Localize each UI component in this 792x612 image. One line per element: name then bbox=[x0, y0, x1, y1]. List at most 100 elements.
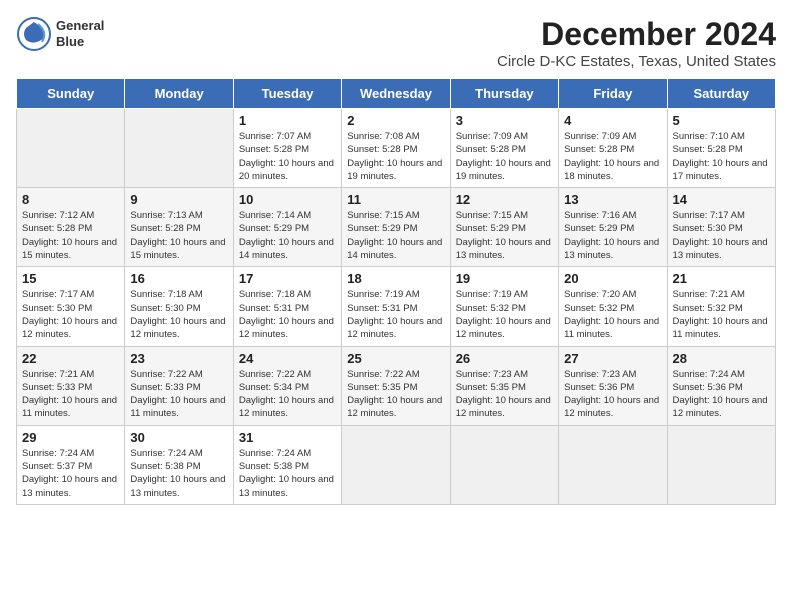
day-info: Sunrise: 7:21 AMSunset: 5:33 PMDaylight:… bbox=[22, 368, 119, 421]
day-number: 3 bbox=[456, 113, 553, 128]
day-info: Sunrise: 7:07 AMSunset: 5:28 PMDaylight:… bbox=[239, 130, 336, 183]
calendar-table: SundayMondayTuesdayWednesdayThursdayFrid… bbox=[16, 78, 776, 505]
calendar-day-cell: 12 Sunrise: 7:15 AMSunset: 5:29 PMDayligh… bbox=[450, 188, 558, 267]
calendar-day-cell: 16 Sunrise: 7:18 AMSunset: 5:30 PMDayligh… bbox=[125, 267, 233, 346]
day-info: Sunrise: 7:20 AMSunset: 5:32 PMDaylight:… bbox=[564, 288, 661, 341]
day-number: 30 bbox=[130, 430, 227, 445]
day-info: Sunrise: 7:18 AMSunset: 5:30 PMDaylight:… bbox=[130, 288, 227, 341]
day-number: 20 bbox=[564, 271, 661, 286]
day-info: Sunrise: 7:19 AMSunset: 5:31 PMDaylight:… bbox=[347, 288, 444, 341]
calendar-day-cell: 9 Sunrise: 7:13 AMSunset: 5:28 PMDaylight… bbox=[125, 188, 233, 267]
day-number: 28 bbox=[673, 351, 770, 366]
weekday-header-row: SundayMondayTuesdayWednesdayThursdayFrid… bbox=[17, 79, 776, 109]
day-number: 24 bbox=[239, 351, 336, 366]
month-title: December 2024 bbox=[497, 16, 776, 53]
day-info: Sunrise: 7:16 AMSunset: 5:29 PMDaylight:… bbox=[564, 209, 661, 262]
title-area: December 2024 Circle D-KC Estates, Texas… bbox=[497, 16, 776, 70]
day-number: 18 bbox=[347, 271, 444, 286]
calendar-day-cell: 13 Sunrise: 7:16 AMSunset: 5:29 PMDayligh… bbox=[559, 188, 667, 267]
day-info: Sunrise: 7:17 AMSunset: 5:30 PMDaylight:… bbox=[22, 288, 119, 341]
weekday-header-cell: Tuesday bbox=[233, 79, 341, 109]
logo: General Blue bbox=[16, 16, 104, 52]
day-number: 27 bbox=[564, 351, 661, 366]
day-number: 25 bbox=[347, 351, 444, 366]
calendar-day-cell: 5Sunrise: 7:10 AMSunset: 5:28 PMDaylight… bbox=[667, 109, 775, 188]
day-info: Sunrise: 7:22 AMSunset: 5:34 PMDaylight:… bbox=[239, 368, 336, 421]
day-number: 23 bbox=[130, 351, 227, 366]
day-info: Sunrise: 7:22 AMSunset: 5:35 PMDaylight:… bbox=[347, 368, 444, 421]
day-number: 16 bbox=[130, 271, 227, 286]
calendar-day-cell: 8Sunrise: 7:12 AMSunset: 5:28 PMDaylight… bbox=[17, 188, 125, 267]
calendar-day-cell: 19 Sunrise: 7:19 AMSunset: 5:32 PMDayligh… bbox=[450, 267, 558, 346]
calendar-day-cell: 21Sunrise: 7:21 AMSunset: 5:32 PMDayligh… bbox=[667, 267, 775, 346]
calendar-day-cell: 31 Sunrise: 7:24 AMSunset: 5:38 PMDayligh… bbox=[233, 425, 341, 504]
logo-icon bbox=[16, 16, 52, 52]
weekday-header-cell: Wednesday bbox=[342, 79, 450, 109]
day-number: 1 bbox=[239, 113, 336, 128]
header: General Blue December 2024 Circle D-KC E… bbox=[16, 16, 776, 70]
day-info: Sunrise: 7:17 AMSunset: 5:30 PMDaylight:… bbox=[673, 209, 770, 262]
calendar-day-cell bbox=[125, 109, 233, 188]
calendar-week-row: 22 Sunrise: 7:21 AMSunset: 5:33 PMDayligh… bbox=[17, 346, 776, 425]
calendar-day-cell bbox=[450, 425, 558, 504]
day-info: Sunrise: 7:24 AMSunset: 5:37 PMDaylight:… bbox=[22, 447, 119, 500]
day-number: 9 bbox=[130, 192, 227, 207]
day-number: 22 bbox=[22, 351, 119, 366]
weekday-header-cell: Monday bbox=[125, 79, 233, 109]
calendar-day-cell: 14 Sunrise: 7:17 AMSunset: 5:30 PMDayligh… bbox=[667, 188, 775, 267]
day-info: Sunrise: 7:18 AMSunset: 5:31 PMDaylight:… bbox=[239, 288, 336, 341]
day-info: Sunrise: 7:15 AMSunset: 5:29 PMDaylight:… bbox=[347, 209, 444, 262]
day-info: Sunrise: 7:08 AMSunset: 5:28 PMDaylight:… bbox=[347, 130, 444, 183]
calendar-body: 1 Sunrise: 7:07 AMSunset: 5:28 PMDaylight… bbox=[17, 109, 776, 505]
day-info: Sunrise: 7:24 AMSunset: 5:38 PMDaylight:… bbox=[130, 447, 227, 500]
calendar-week-row: 1 Sunrise: 7:07 AMSunset: 5:28 PMDaylight… bbox=[17, 109, 776, 188]
day-number: 14 bbox=[673, 192, 770, 207]
day-info: Sunrise: 7:13 AMSunset: 5:28 PMDaylight:… bbox=[130, 209, 227, 262]
day-number: 15 bbox=[22, 271, 119, 286]
calendar-day-cell: 3Sunrise: 7:09 AMSunset: 5:28 PMDaylight… bbox=[450, 109, 558, 188]
calendar-day-cell: 29 Sunrise: 7:24 AMSunset: 5:37 PMDayligh… bbox=[17, 425, 125, 504]
calendar-week-row: 15 Sunrise: 7:17 AMSunset: 5:30 PMDayligh… bbox=[17, 267, 776, 346]
day-number: 8 bbox=[22, 192, 119, 207]
day-number: 31 bbox=[239, 430, 336, 445]
calendar-day-cell: 22 Sunrise: 7:21 AMSunset: 5:33 PMDayligh… bbox=[17, 346, 125, 425]
calendar-week-row: 29 Sunrise: 7:24 AMSunset: 5:37 PMDayligh… bbox=[17, 425, 776, 504]
calendar-day-cell: 2 Sunrise: 7:08 AMSunset: 5:28 PMDaylight… bbox=[342, 109, 450, 188]
calendar-day-cell: 23Sunrise: 7:22 AMSunset: 5:33 PMDayligh… bbox=[125, 346, 233, 425]
calendar-week-row: 8Sunrise: 7:12 AMSunset: 5:28 PMDaylight… bbox=[17, 188, 776, 267]
day-number: 21 bbox=[673, 271, 770, 286]
day-number: 26 bbox=[456, 351, 553, 366]
day-info: Sunrise: 7:19 AMSunset: 5:32 PMDaylight:… bbox=[456, 288, 553, 341]
calendar-day-cell: 11 Sunrise: 7:15 AMSunset: 5:29 PMDayligh… bbox=[342, 188, 450, 267]
weekday-header-cell: Friday bbox=[559, 79, 667, 109]
day-info: Sunrise: 7:24 AMSunset: 5:38 PMDaylight:… bbox=[239, 447, 336, 500]
day-number: 4 bbox=[564, 113, 661, 128]
calendar-day-cell: 1 Sunrise: 7:07 AMSunset: 5:28 PMDaylight… bbox=[233, 109, 341, 188]
calendar-day-cell: 28 Sunrise: 7:24 AMSunset: 5:36 PMDayligh… bbox=[667, 346, 775, 425]
calendar-day-cell: 20 Sunrise: 7:20 AMSunset: 5:32 PMDayligh… bbox=[559, 267, 667, 346]
weekday-header-cell: Thursday bbox=[450, 79, 558, 109]
calendar-day-cell: 24 Sunrise: 7:22 AMSunset: 5:34 PMDayligh… bbox=[233, 346, 341, 425]
calendar-day-cell: 26Sunrise: 7:23 AMSunset: 5:35 PMDayligh… bbox=[450, 346, 558, 425]
calendar-day-cell: 10Sunrise: 7:14 AMSunset: 5:29 PMDayligh… bbox=[233, 188, 341, 267]
day-number: 2 bbox=[347, 113, 444, 128]
calendar-day-cell: 18 Sunrise: 7:19 AMSunset: 5:31 PMDayligh… bbox=[342, 267, 450, 346]
location-title: Circle D-KC Estates, Texas, United State… bbox=[497, 53, 776, 70]
day-number: 29 bbox=[22, 430, 119, 445]
day-number: 5 bbox=[673, 113, 770, 128]
day-number: 13 bbox=[564, 192, 661, 207]
calendar-day-cell bbox=[17, 109, 125, 188]
day-number: 17 bbox=[239, 271, 336, 286]
calendar-day-cell bbox=[342, 425, 450, 504]
day-number: 19 bbox=[456, 271, 553, 286]
day-info: Sunrise: 7:24 AMSunset: 5:36 PMDaylight:… bbox=[673, 368, 770, 421]
day-number: 12 bbox=[456, 192, 553, 207]
logo-text: General Blue bbox=[56, 18, 104, 49]
calendar-day-cell bbox=[559, 425, 667, 504]
day-number: 11 bbox=[347, 192, 444, 207]
day-info: Sunrise: 7:14 AMSunset: 5:29 PMDaylight:… bbox=[239, 209, 336, 262]
day-info: Sunrise: 7:15 AMSunset: 5:29 PMDaylight:… bbox=[456, 209, 553, 262]
calendar-day-cell: 30 Sunrise: 7:24 AMSunset: 5:38 PMDayligh… bbox=[125, 425, 233, 504]
weekday-header-cell: Saturday bbox=[667, 79, 775, 109]
weekday-header-cell: Sunday bbox=[17, 79, 125, 109]
